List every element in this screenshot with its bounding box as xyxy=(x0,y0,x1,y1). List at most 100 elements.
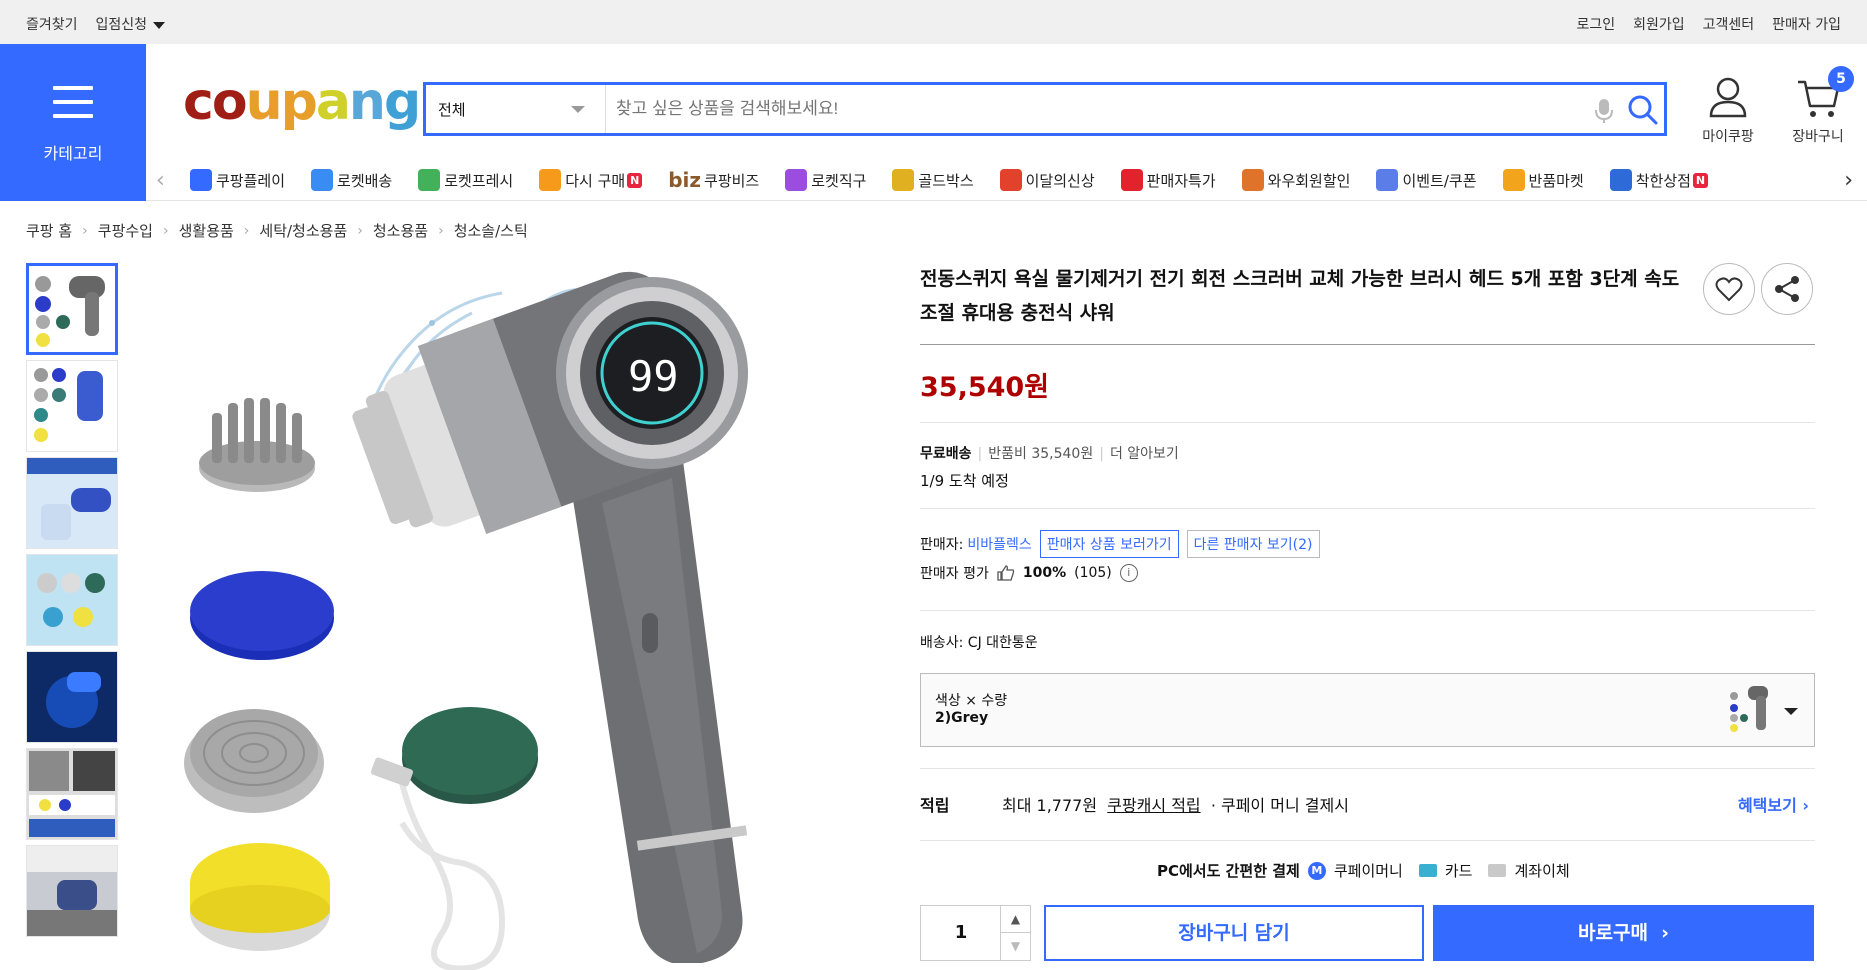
divider xyxy=(920,610,1815,611)
breadcrumb-item[interactable]: 청소용품 xyxy=(373,220,428,241)
seller-info: 판매자: 비바플렉스 판매자 상품 보러가기 다른 판매자 보기(2) xyxy=(920,530,1320,558)
nav-item-label: 로켓프레시 xyxy=(444,171,514,190)
display-number: 99 xyxy=(628,352,679,401)
microphone-icon[interactable] xyxy=(1591,97,1617,125)
wishlist-button[interactable] xyxy=(1703,263,1755,315)
coupang-logo[interactable]: coupang xyxy=(183,72,421,132)
nav-item-4[interactable]: biz 쿠팡비즈 xyxy=(668,168,759,192)
coupay-money-icon: M xyxy=(1307,861,1326,880)
free-shipping-label: 무료배송 xyxy=(920,446,972,462)
seller-apply-menu[interactable]: 입점신청 xyxy=(96,14,166,34)
good-store-icon xyxy=(1609,169,1632,191)
nav-item-10[interactable]: 이벤트/쿠폰 xyxy=(1376,169,1477,191)
thumbnail-7[interactable] xyxy=(26,845,118,937)
more-info-link[interactable]: 더 알아보기 xyxy=(1110,446,1179,462)
my-coupang-button[interactable]: 마이쿠팡 xyxy=(1700,76,1756,146)
buy-now-label: 바로구매 xyxy=(1578,922,1648,944)
nav-item-11[interactable]: 반품마켓 xyxy=(1502,169,1584,191)
nav-item-1[interactable]: 로켓배송 xyxy=(311,169,392,191)
pay-bank: 계좌이체 xyxy=(1514,862,1570,880)
nav-item-5[interactable]: 로켓직구 xyxy=(785,169,866,191)
thumbnail-2[interactable] xyxy=(26,360,118,452)
login-link[interactable]: 로그인 xyxy=(1576,14,1615,34)
main-product-image[interactable]: 99 xyxy=(142,263,902,970)
info-icon[interactable]: i xyxy=(1119,564,1138,582)
seller-apply-label: 입점신청 xyxy=(95,17,148,33)
points-condition: · 쿠페이 머니 결제시 xyxy=(1210,796,1349,815)
nav-left-arrow-icon[interactable]: ‹ xyxy=(156,168,165,193)
heart-icon xyxy=(1715,277,1743,302)
seller-name-link[interactable]: 비바플렉스 xyxy=(967,534,1031,554)
thumbnail-4[interactable] xyxy=(26,554,118,646)
bank-icon xyxy=(1488,864,1507,877)
breadcrumb-item[interactable]: 쿠팡 홈 xyxy=(26,220,72,241)
option-select[interactable]: 색상 × 수량 2)Grey xyxy=(920,673,1815,747)
breadcrumb-item[interactable]: 세탁/청소용품 xyxy=(259,220,347,241)
my-coupang-label: 마이쿠팡 xyxy=(1702,129,1754,145)
search-bar: 전체 xyxy=(423,82,1667,136)
search-scope-select[interactable]: 전체 xyxy=(426,85,606,133)
new-badge: N xyxy=(627,172,643,188)
nav-item-0[interactable]: 쿠팡플레이 xyxy=(190,169,285,191)
nav-item-label: 이달의신상 xyxy=(1025,171,1095,190)
points-amount: 최대 1,777원 xyxy=(1002,796,1098,815)
nav-item-6[interactable]: 골드박스 xyxy=(892,169,974,191)
favorites-link[interactable]: 즐겨찾기 xyxy=(26,14,78,34)
carrier-info: 배송사: CJ 대한통운 xyxy=(920,635,1038,651)
customer-center-link[interactable]: 고객센터 xyxy=(1703,14,1755,34)
play-icon xyxy=(190,169,212,191)
wow-icon xyxy=(1241,169,1264,191)
chevron-down-icon xyxy=(571,106,585,113)
nav-item-label: 착한상점 xyxy=(1635,171,1691,190)
other-sellers-button[interactable]: 다른 판매자 보기(2) xyxy=(1186,530,1320,558)
nav-item-9[interactable]: 와우회원할인 xyxy=(1241,169,1350,191)
rocket-icon xyxy=(311,169,334,191)
quantity-input[interactable]: 1 xyxy=(921,922,1001,943)
breadcrumb-item[interactable]: 청소솔/스틱 xyxy=(454,220,528,241)
coupang-cash-link[interactable]: 쿠팡캐시 적립 xyxy=(1107,796,1200,815)
pay-label: PC에서도 간편한 결제 xyxy=(1157,862,1300,880)
global-rocket-icon xyxy=(785,169,808,191)
goldbox-icon xyxy=(892,169,915,191)
search-scope-value: 전체 xyxy=(438,101,466,119)
thumbnail-3[interactable] xyxy=(26,457,118,549)
option-thumbnail-image xyxy=(1730,686,1768,732)
cart-count-badge: 5 xyxy=(1828,66,1854,92)
quantity-increase-icon[interactable]: ▲ xyxy=(1000,906,1030,933)
nav-item-7[interactable]: 이달의신상 xyxy=(999,169,1095,191)
nav-right-arrow-icon[interactable]: › xyxy=(1844,168,1853,193)
benefits-link[interactable]: 혜택보기 › xyxy=(1738,792,1809,816)
category-button[interactable]: 카테고리 xyxy=(0,44,146,201)
nav-item-label: 판매자특가 xyxy=(1146,171,1216,190)
nav-item-12[interactable]: 착한상점 N xyxy=(1609,169,1708,191)
repurchase-icon xyxy=(539,169,562,191)
top-utility-bar: 즐겨찾기 입점신청 로그인 회원가입 고객센터 판매자 가입 xyxy=(0,0,1867,44)
share-button[interactable] xyxy=(1761,263,1813,315)
thumbnail-6[interactable] xyxy=(26,748,118,840)
buy-now-button[interactable]: 바로구매 › xyxy=(1433,905,1814,961)
seller-join-link[interactable]: 판매자 가입 xyxy=(1772,14,1841,34)
thumbnail-5[interactable] xyxy=(26,651,118,743)
seller-rating-label: 판매자 평가 xyxy=(920,566,989,582)
rocket-fresh-icon xyxy=(418,169,441,191)
nav-item-2[interactable]: 로켓프레시 xyxy=(418,169,513,191)
divider xyxy=(920,422,1815,423)
nav-item-label: 로켓직구 xyxy=(811,171,867,190)
seller-rating-value: 100% xyxy=(1022,565,1067,581)
quantity-decrease-icon[interactable]: ▼ xyxy=(1000,933,1030,960)
divider xyxy=(920,768,1815,769)
new-icon xyxy=(999,169,1022,191)
signup-link[interactable]: 회원가입 xyxy=(1633,14,1685,34)
seller-products-button[interactable]: 판매자 상품 보러가기 xyxy=(1039,530,1179,558)
divider xyxy=(920,508,1815,509)
nav-item-8[interactable]: 판매자특가 xyxy=(1120,169,1216,191)
search-icon[interactable] xyxy=(1626,93,1660,125)
breadcrumb-item[interactable]: 생활용품 xyxy=(179,220,234,241)
nav-item-3[interactable]: 다시 구매 N xyxy=(539,169,643,191)
search-input[interactable] xyxy=(616,91,1566,127)
pay-money: 쿠페이머니 xyxy=(1333,862,1403,880)
add-to-cart-button[interactable]: 장바구니 담기 xyxy=(1044,905,1424,961)
chevron-right-icon: › xyxy=(162,222,169,239)
breadcrumb-item[interactable]: 쿠팡수입 xyxy=(98,220,153,241)
thumbnail-1[interactable] xyxy=(26,263,118,355)
